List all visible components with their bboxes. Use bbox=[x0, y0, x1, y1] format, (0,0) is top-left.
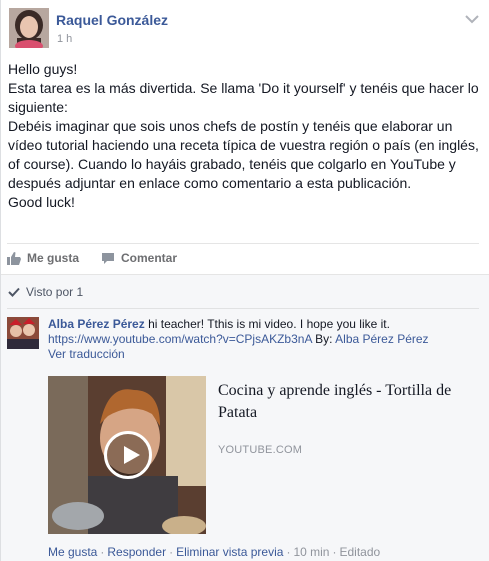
post-body-line: Hello guys! bbox=[8, 61, 78, 77]
video-thumbnail[interactable] bbox=[48, 376, 206, 534]
divider bbox=[7, 243, 479, 244]
comment-button[interactable]: Comentar bbox=[101, 251, 177, 265]
comment-by-author[interactable]: Alba Pérez Pérez bbox=[335, 332, 428, 346]
separator-dot: · bbox=[169, 545, 174, 559]
comment-author[interactable]: Alba Pérez Pérez bbox=[48, 317, 145, 331]
comment-by-label: By: bbox=[315, 332, 333, 346]
post-body-line: Good luck! bbox=[8, 194, 75, 210]
preview-domain: YOUTUBE.COM bbox=[218, 444, 303, 456]
post-header: Raquel González 1 h bbox=[7, 6, 487, 52]
comment-item: Alba Pérez Pérez hi teacher! Tthis is mi… bbox=[7, 317, 485, 559]
post-actions: Me gusta Comentar bbox=[7, 248, 199, 268]
separator-dot: · bbox=[100, 545, 105, 559]
divider bbox=[7, 308, 479, 309]
post-body-line: Esta tarea es la más divertida. Se llama… bbox=[8, 80, 479, 115]
commenter-avatar[interactable] bbox=[7, 317, 39, 349]
post-author-name[interactable]: Raquel González bbox=[56, 12, 168, 28]
comment-link[interactable]: https://www.youtube.com/watch?v=CPjsAKZb… bbox=[48, 332, 312, 346]
comment-body: Alba Pérez Pérez hi teacher! Tthis is mi… bbox=[48, 317, 485, 362]
seen-by[interactable]: Visto por 1 bbox=[8, 285, 83, 299]
seen-by-label: Visto por 1 bbox=[26, 285, 84, 299]
like-label: Me gusta bbox=[27, 251, 80, 265]
comment-text: hi teacher! Tthis is mi video. I hope yo… bbox=[148, 317, 390, 331]
post-card: Raquel González 1 h Hello guys! Esta tar… bbox=[0, 0, 489, 561]
thumbs-up-icon bbox=[7, 251, 21, 265]
comment-like-link[interactable]: Me gusta bbox=[48, 545, 97, 559]
comment-edited[interactable]: Editado bbox=[339, 545, 380, 559]
feedback-section: Visto por 1 Alba Pérez Pérez hi teacher!… bbox=[1, 274, 489, 561]
remove-preview-link[interactable]: Eliminar vista previa bbox=[176, 545, 283, 559]
checkmark-icon bbox=[8, 287, 20, 297]
comment-label: Comentar bbox=[121, 251, 178, 265]
post-body-line: Debéis imaginar que sois unos chefs de p… bbox=[8, 118, 479, 191]
speech-bubble-icon bbox=[102, 252, 115, 264]
play-icon[interactable] bbox=[104, 431, 152, 479]
preview-title[interactable]: Cocina y aprende inglés - Tortilla de Pa… bbox=[218, 380, 478, 424]
post-body: Hello guys! Esta tarea es la más diverti… bbox=[8, 60, 480, 212]
comment-reply-link[interactable]: Responder bbox=[107, 545, 166, 559]
separator-dot: · bbox=[286, 545, 291, 559]
separator-dot: · bbox=[332, 545, 337, 559]
translate-link[interactable]: Ver traducción bbox=[48, 347, 485, 362]
comment-time[interactable]: 10 min bbox=[293, 545, 329, 559]
author-avatar[interactable] bbox=[9, 8, 49, 48]
like-button[interactable]: Me gusta bbox=[7, 251, 79, 265]
post-timestamp[interactable]: 1 h bbox=[57, 33, 72, 45]
chevron-down-icon[interactable] bbox=[465, 11, 479, 24]
comment-meta: Me gusta · Responder · Eliminar vista previa… bbox=[48, 545, 380, 559]
link-preview[interactable]: Cocina y aprende inglés - Tortilla de Pa… bbox=[48, 376, 485, 536]
